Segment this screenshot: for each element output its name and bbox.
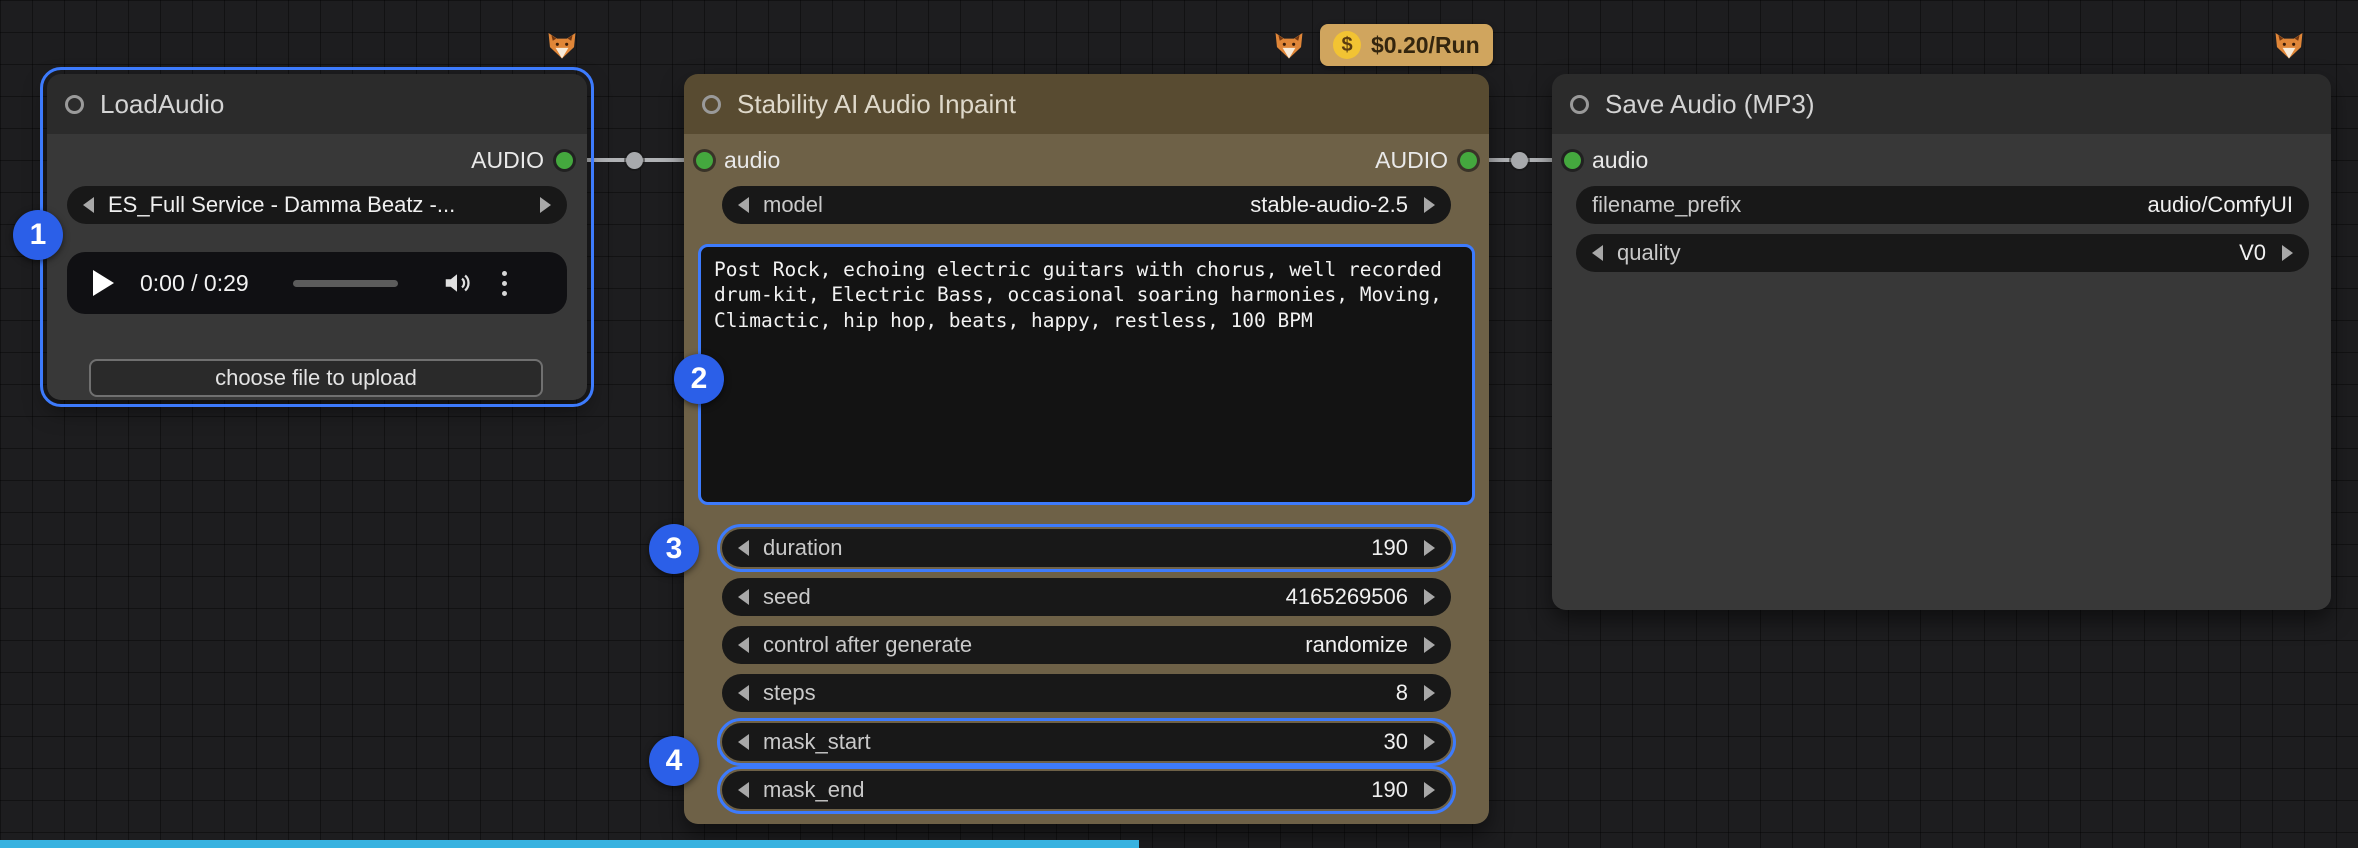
player-menu-icon[interactable] (502, 271, 507, 296)
model-widget[interactable]: model stable-audio-2.5 (722, 186, 1451, 224)
decrement-arrow-icon[interactable] (738, 197, 749, 213)
player-progress-bar[interactable] (293, 280, 398, 287)
quality-widget[interactable]: quality V0 (1576, 234, 2309, 272)
link-midpoint-dot (1511, 152, 1528, 169)
node-stability-audio-inpaint[interactable]: Stability AI Audio Inpaint audio AUDIO m… (684, 74, 1489, 824)
widget-value: 4165269506 (1286, 584, 1408, 610)
widget-label: mask_start (763, 729, 871, 755)
increment-arrow-icon[interactable] (1424, 540, 1435, 556)
increment-arrow-icon[interactable] (1424, 734, 1435, 750)
step-badge-4: 4 (649, 736, 699, 786)
widget-label: control after generate (763, 632, 972, 658)
widget-value: V0 (2239, 240, 2266, 266)
step-badge-2: 2 (674, 354, 724, 404)
audio-input-port[interactable] (1564, 152, 1581, 169)
node-save-audio-mp3[interactable]: Save Audio (MP3) audio filename_prefix a… (1552, 74, 2331, 610)
choose-file-upload-button[interactable]: choose file to upload (89, 359, 543, 397)
step-badge-1: 1 (13, 210, 63, 260)
audio-output-port[interactable] (556, 152, 573, 169)
mask-end-widget[interactable]: mask_end 190 (722, 771, 1451, 809)
audio-file-name: ES_Full Service - Damma Beatz -... (108, 192, 526, 218)
node-header-load-audio[interactable]: LoadAudio (47, 74, 587, 135)
collapse-dot-icon[interactable] (1570, 95, 1589, 114)
widget-value: 190 (1371, 535, 1408, 561)
filename-prefix-widget[interactable]: filename_prefix audio/ComfyUI (1576, 186, 2309, 224)
steps-widget[interactable]: steps 8 (722, 674, 1451, 712)
audio-input-label: audio (724, 147, 780, 174)
node-title: Stability AI Audio Inpaint (737, 89, 1016, 120)
decrement-arrow-icon[interactable] (1592, 245, 1603, 261)
next-file-arrow-icon[interactable] (540, 197, 551, 213)
increment-arrow-icon[interactable] (1424, 782, 1435, 798)
collapse-dot-icon[interactable] (702, 95, 721, 114)
decrement-arrow-icon[interactable] (738, 589, 749, 605)
volume-icon[interactable] (442, 268, 472, 298)
widget-value: audio/ComfyUI (2147, 192, 2293, 218)
decrement-arrow-icon[interactable] (738, 540, 749, 556)
fox-icon (2272, 28, 2306, 62)
audio-output-label: AUDIO (471, 147, 544, 174)
increment-arrow-icon[interactable] (1424, 197, 1435, 213)
step-badge-3: 3 (649, 524, 699, 574)
widget-label: duration (763, 535, 843, 561)
increment-arrow-icon[interactable] (2282, 245, 2293, 261)
prompt-textarea[interactable]: Post Rock, echoing electric guitars with… (698, 244, 1475, 505)
widget-label: model (763, 192, 823, 218)
increment-arrow-icon[interactable] (1424, 589, 1435, 605)
control-after-generate-widget[interactable]: control after generate randomize (722, 626, 1451, 664)
seed-widget[interactable]: seed 4165269506 (722, 578, 1451, 616)
widget-value: 8 (1396, 680, 1408, 706)
node-title: Save Audio (MP3) (1605, 89, 1815, 120)
widget-value: 30 (1384, 729, 1408, 755)
node-header-save-audio[interactable]: Save Audio (MP3) (1552, 74, 2331, 135)
audio-file-selector[interactable]: ES_Full Service - Damma Beatz -... (67, 186, 567, 224)
node-title: LoadAudio (100, 89, 224, 120)
audio-input-port[interactable] (696, 152, 713, 169)
widget-value: stable-audio-2.5 (1250, 192, 1408, 218)
decrement-arrow-icon[interactable] (738, 782, 749, 798)
collapse-dot-icon[interactable] (65, 95, 84, 114)
dollar-icon: $ (1333, 31, 1361, 59)
increment-arrow-icon[interactable] (1424, 685, 1435, 701)
node-load-audio[interactable]: LoadAudio AUDIO ES_Full Service - Damma … (47, 74, 587, 400)
widget-label: quality (1617, 240, 1681, 266)
mask-start-widget[interactable]: mask_start 30 (722, 723, 1451, 761)
widget-value: 190 (1371, 777, 1408, 803)
widget-label: steps (763, 680, 816, 706)
widget-label: filename_prefix (1592, 192, 1741, 218)
widget-value: randomize (1305, 632, 1408, 658)
decrement-arrow-icon[interactable] (738, 637, 749, 653)
audio-player[interactable]: 0:00 / 0:29 (67, 252, 567, 314)
audio-input-label: audio (1592, 147, 1648, 174)
fox-icon (1272, 28, 1306, 62)
increment-arrow-icon[interactable] (1424, 637, 1435, 653)
link-midpoint-dot (626, 152, 643, 169)
run-cost-badge: $ $0.20/Run (1320, 24, 1493, 66)
player-time: 0:00 / 0:29 (140, 270, 249, 297)
run-cost-label: $0.20/Run (1371, 32, 1480, 59)
bottom-accent-bar (0, 840, 1139, 848)
play-icon[interactable] (93, 270, 114, 296)
widget-label: seed (763, 584, 811, 610)
node-graph-canvas[interactable]: LoadAudio AUDIO ES_Full Service - Damma … (0, 0, 2358, 848)
decrement-arrow-icon[interactable] (738, 685, 749, 701)
prev-file-arrow-icon[interactable] (83, 197, 94, 213)
audio-output-label: AUDIO (1375, 147, 1448, 174)
duration-widget[interactable]: duration 190 (722, 529, 1451, 567)
audio-output-port[interactable] (1460, 152, 1477, 169)
node-header-stability-inpaint[interactable]: Stability AI Audio Inpaint (684, 74, 1489, 135)
widget-label: mask_end (763, 777, 865, 803)
fox-icon (545, 28, 579, 62)
decrement-arrow-icon[interactable] (738, 734, 749, 750)
